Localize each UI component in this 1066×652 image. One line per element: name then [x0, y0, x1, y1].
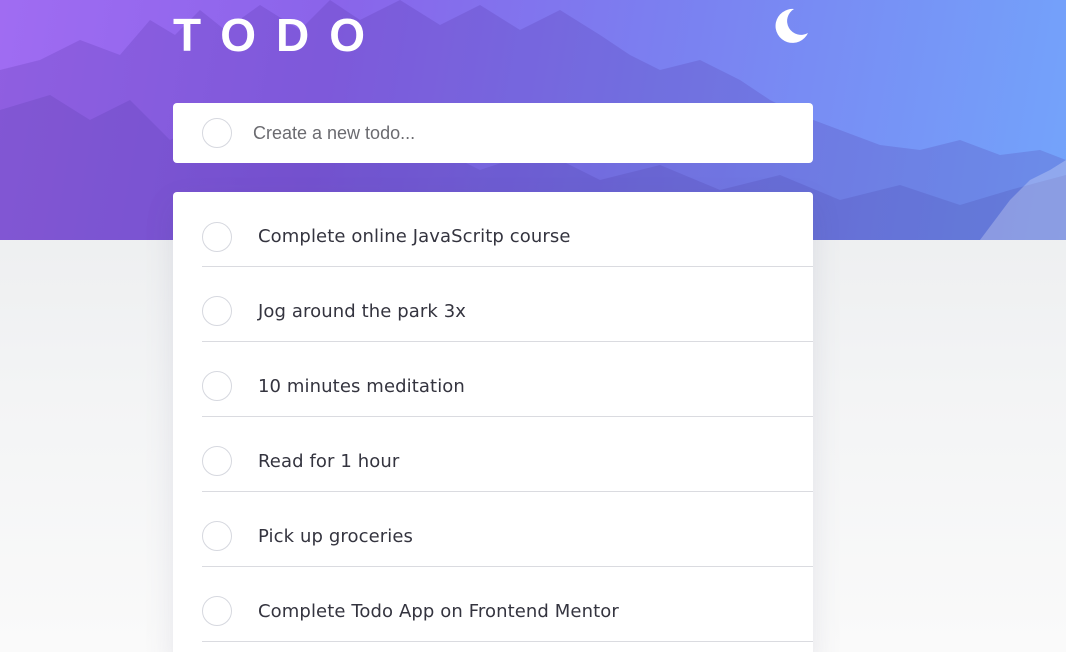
- todo-item[interactable]: Read for 1 hour: [202, 417, 813, 492]
- theme-toggle-button[interactable]: [770, 6, 816, 52]
- todo-label: Pick up groceries: [258, 525, 414, 547]
- moon-icon: [775, 8, 808, 43]
- todo-label: Complete Todo App on Frontend Mentor: [258, 600, 619, 622]
- todo-checkbox[interactable]: [202, 596, 232, 626]
- todo-checkbox[interactable]: [202, 446, 232, 476]
- todo-checkbox[interactable]: [202, 371, 232, 401]
- app-title: TODO: [173, 9, 386, 61]
- new-todo-input[interactable]: [253, 122, 773, 144]
- todo-label: 10 minutes meditation: [258, 375, 465, 397]
- todo-item[interactable]: Complete Todo App on Frontend Mentor: [202, 567, 813, 642]
- todo-label: Jog around the park 3x: [258, 300, 467, 322]
- todo-item[interactable]: Jog around the park 3x: [202, 267, 813, 342]
- new-todo-checkbox[interactable]: [202, 118, 232, 148]
- todo-label: Complete online JavaScritp course: [258, 226, 571, 247]
- todo-checkbox[interactable]: [202, 296, 232, 326]
- todo-label: Read for 1 hour: [258, 450, 400, 472]
- todo-item[interactable]: Complete online JavaScritp course: [202, 192, 813, 267]
- todo-list: Complete online JavaScritp course Jog ar…: [173, 192, 813, 652]
- todo-item[interactable]: Pick up groceries: [202, 492, 813, 567]
- todo-item[interactable]: 10 minutes meditation: [202, 342, 813, 417]
- todo-checkbox[interactable]: [202, 521, 232, 551]
- new-todo-form: [173, 103, 813, 163]
- todo-checkbox[interactable]: [202, 221, 232, 252]
